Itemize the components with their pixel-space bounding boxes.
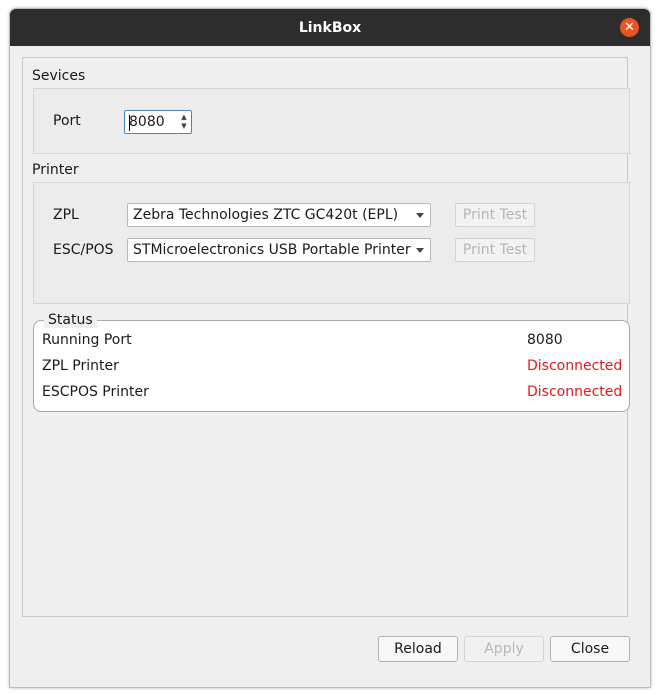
status-group: Status Running Port 8080 ZPL Printer Dis… [33, 312, 630, 412]
printer-section-title: Printer [32, 162, 79, 178]
main-panel: Sevices Port 8080 ▲ ▼ Printer ZPL Zebra … [22, 57, 630, 617]
port-label: Port [53, 113, 81, 129]
title-bar: LinkBox ✕ [10, 9, 650, 46]
zpl-printer-select[interactable]: Zebra Technologies ZTC GC420t (EPL) [127, 203, 431, 227]
status-title: Status [44, 312, 97, 328]
spin-arrows[interactable]: ▲ ▼ [179, 113, 189, 131]
zpl-label: ZPL [53, 207, 79, 223]
chevron-down-icon [416, 248, 424, 253]
services-group: Port 8080 ▲ ▼ [33, 88, 630, 154]
services-section-title: Sevices [32, 68, 86, 84]
chevron-down-icon [416, 213, 424, 218]
chevron-down-icon[interactable]: ▼ [179, 122, 189, 131]
zpl-status-value: Disconnected [527, 358, 623, 374]
zpl-print-test-button[interactable]: Print Test [455, 203, 535, 227]
close-glyph: ✕ [624, 20, 635, 35]
window-title: LinkBox [298, 19, 362, 36]
escpos-print-test-button[interactable]: Print Test [455, 238, 535, 262]
escpos-label: ESC/POS [53, 242, 114, 258]
escpos-status-value: Disconnected [527, 384, 623, 400]
running-port-value: 8080 [527, 332, 563, 348]
chevron-up-icon[interactable]: ▲ [179, 113, 189, 122]
port-spinbox[interactable]: 8080 ▲ ▼ [124, 110, 192, 134]
printer-group: ZPL Zebra Technologies ZTC GC420t (EPL) … [33, 182, 630, 304]
status-row-label: ZPL Printer [42, 358, 119, 374]
status-row-label: Running Port [42, 332, 132, 348]
close-icon[interactable]: ✕ [620, 18, 639, 37]
apply-button[interactable]: Apply [464, 636, 544, 662]
escpos-printer-selected: STMicroelectronics USB Portable Printer [133, 242, 411, 258]
zpl-printer-selected: Zebra Technologies ZTC GC420t (EPL) [133, 207, 399, 223]
escpos-printer-select[interactable]: STMicroelectronics USB Portable Printer [127, 238, 431, 262]
close-button[interactable]: Close [550, 636, 630, 662]
status-row-label: ESCPOS Printer [42, 384, 149, 400]
port-value: 8080 [129, 114, 165, 130]
reload-button[interactable]: Reload [378, 636, 458, 662]
linkbox-window: LinkBox ✕ Sevices Port 8080 ▲ ▼ Printer … [9, 8, 651, 688]
